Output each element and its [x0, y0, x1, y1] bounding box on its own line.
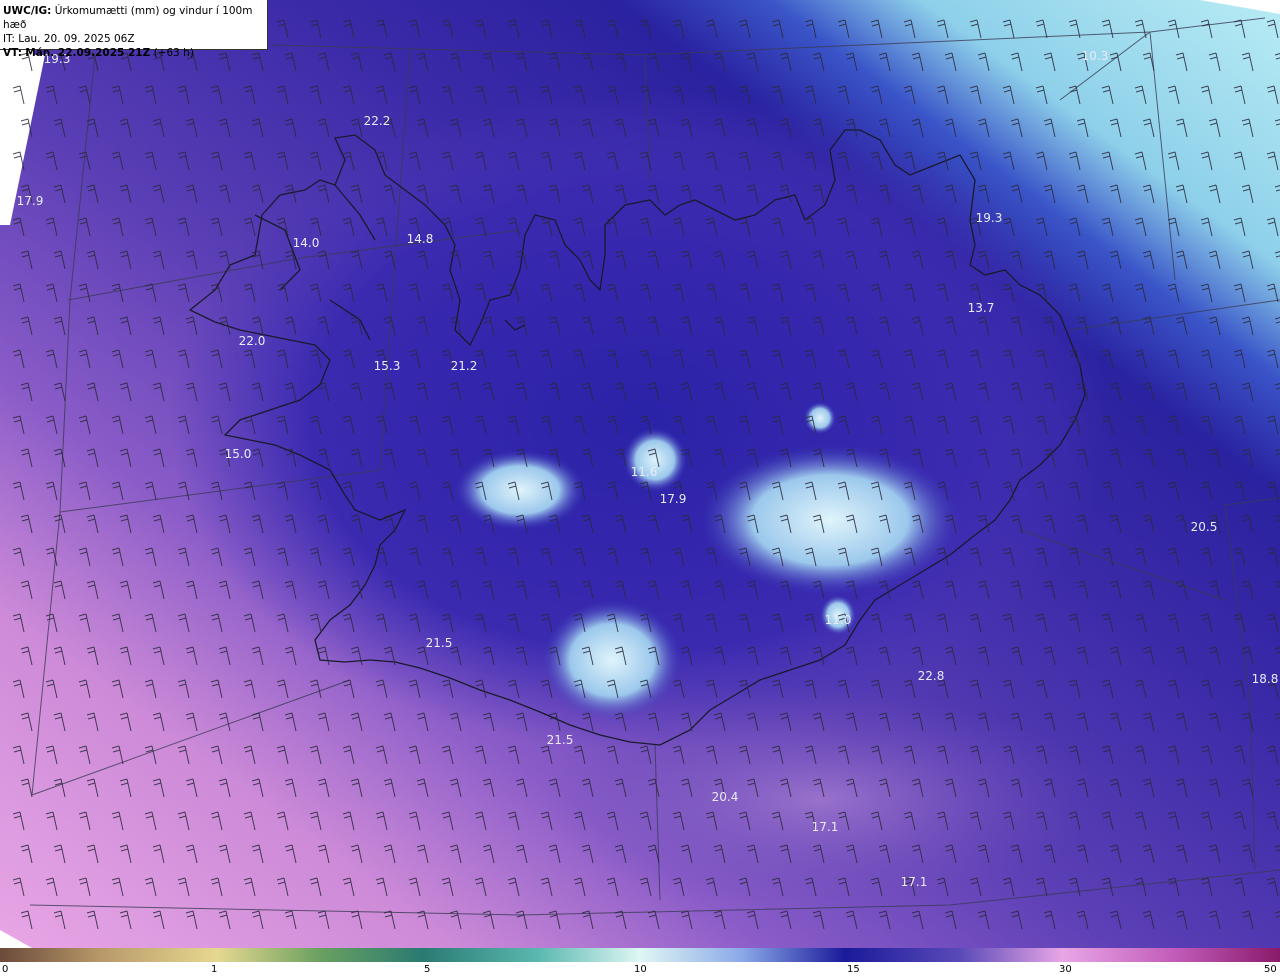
station-value: 21.5: [547, 733, 574, 747]
highland-patch-myrdalsjokull: [542, 600, 682, 720]
station-value: 17.9: [17, 194, 44, 208]
colorbar-tick: 5: [424, 964, 431, 975]
colorbar-tick: 10: [634, 964, 647, 975]
colorbar-tick: 15: [847, 964, 860, 975]
station-value: 11.6: [631, 465, 658, 479]
precipitable-water-map: 19.3 22.2 17.9 14.0 14.8 22.0 15.3 21.2 15.0 11.6…: [0, 0, 1280, 948]
station-value: 13.7: [968, 301, 995, 315]
issue-time: IT: Lau. 20. 09. 2025 06Z: [3, 33, 135, 45]
station-value: 15.3: [374, 359, 401, 373]
colorbar: 0 1 5 10 15 30 50: [0, 948, 1280, 978]
station-value: 22.0: [239, 334, 266, 348]
colorbar-tick: 30: [1059, 964, 1072, 975]
station-value: 19.3: [976, 211, 1003, 225]
station-value: 18.8: [1252, 672, 1279, 686]
model-label: UWC/IG:: [3, 5, 52, 17]
station-value: 14.8: [407, 232, 434, 246]
colorbar-tick: 0: [2, 964, 9, 975]
colorbar-tick: 1: [211, 964, 218, 975]
station-value: 17.1: [812, 820, 839, 834]
lead-time: (+63 h): [153, 47, 194, 59]
station-value: 11.0: [825, 613, 852, 627]
station-value: 22.8: [918, 669, 945, 683]
station-value: 20.4: [712, 790, 739, 804]
valid-prefix: VT:: [3, 47, 22, 59]
station-value: 10.3: [1082, 49, 1109, 63]
station-value: 21.2: [451, 359, 478, 373]
station-value: 17.1: [901, 875, 928, 889]
station-value: 14.0: [293, 236, 320, 250]
colorbar-strip: [0, 948, 1280, 962]
station-value: 17.9: [660, 492, 687, 506]
station-value: 15.0: [225, 447, 252, 461]
valid-time: Mán. 22.09.2025 21Z: [25, 47, 151, 59]
station-value: 22.2: [364, 114, 391, 128]
colorbar-tick: 50: [1264, 964, 1277, 975]
station-value: 20.5: [1191, 520, 1218, 534]
station-value: 21.5: [426, 636, 453, 650]
map-info-box: UWC/IG: Úrkomumætti (mm) og vindur í 100…: [0, 0, 268, 59]
highland-patch-hofsjokull: [455, 450, 585, 530]
highland-patch-north: [804, 402, 836, 434]
